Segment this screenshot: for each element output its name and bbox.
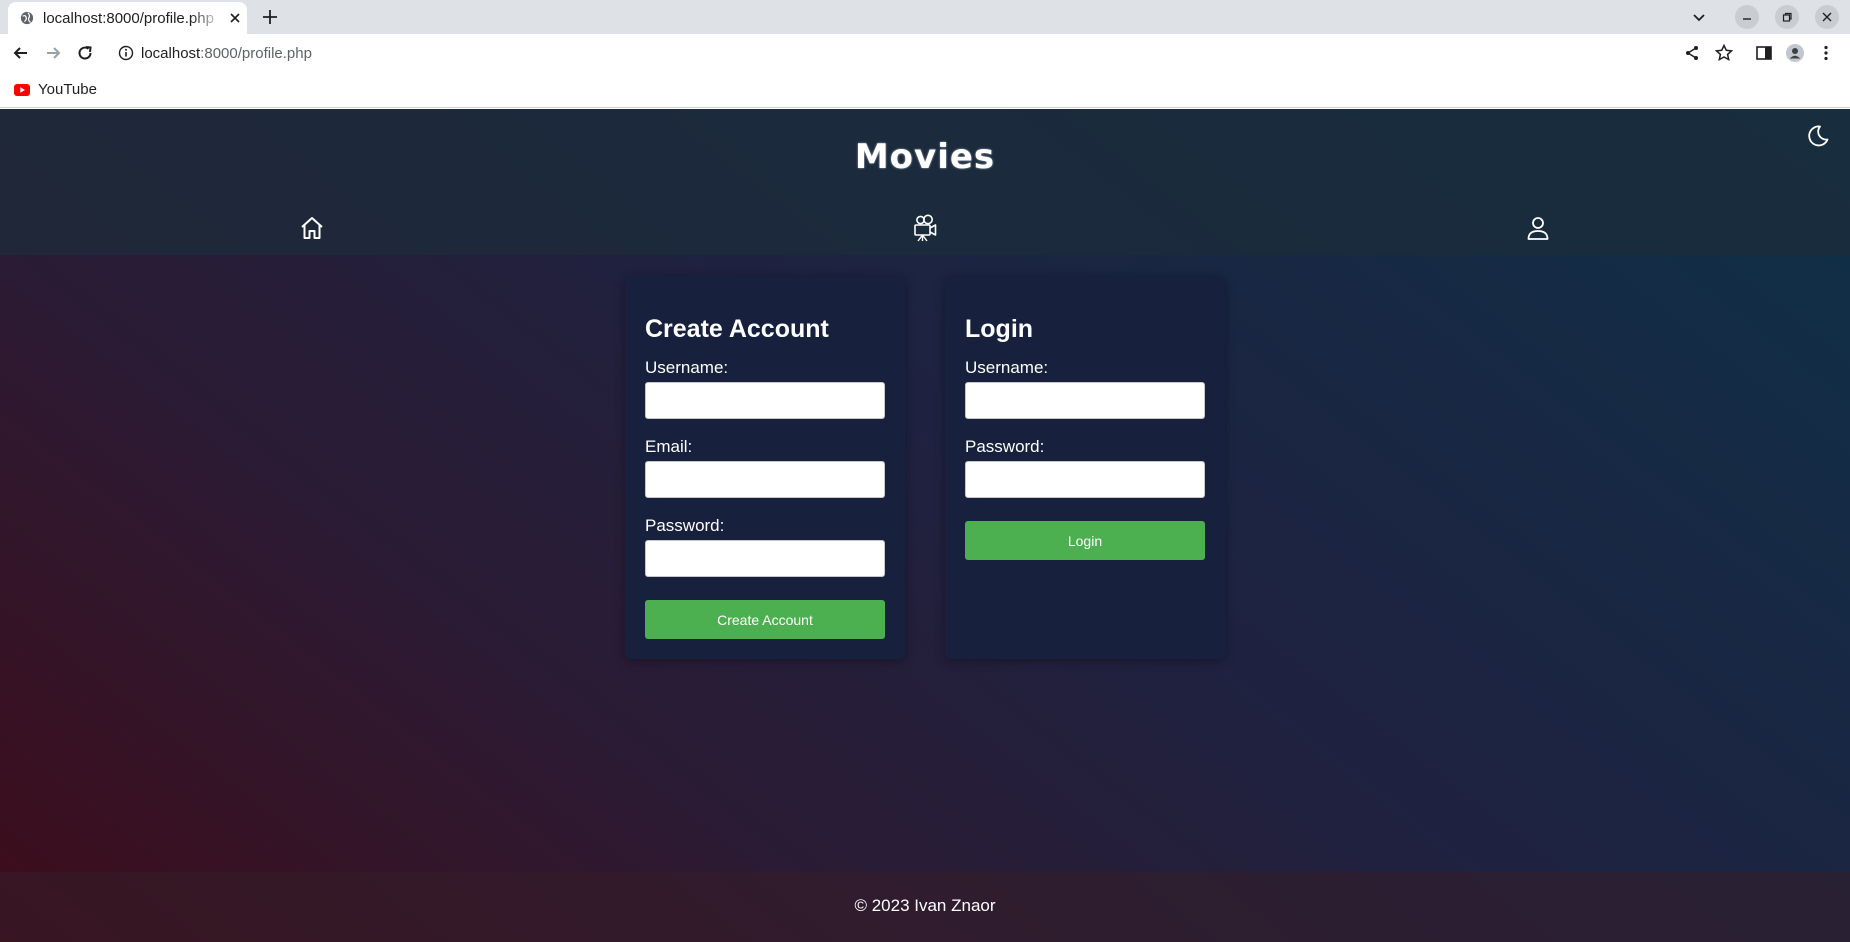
- reload-icon[interactable]: [75, 43, 95, 63]
- new-tab-icon[interactable]: [260, 7, 280, 27]
- footer-copyright: © 2023 Ivan Znaor: [854, 896, 996, 915]
- create-email-label: Email:: [645, 437, 693, 456]
- browser-menu-icon[interactable]: [1816, 43, 1836, 63]
- close-icon: [1822, 12, 1832, 22]
- create-email-input[interactable]: [645, 461, 885, 498]
- site-title: Movies: [854, 137, 996, 177]
- bookmark-label: YouTube: [38, 81, 97, 98]
- login-username-input[interactable]: [965, 382, 1205, 419]
- movie-camera-icon[interactable]: [911, 214, 939, 242]
- site-header: Movies: [0, 109, 1850, 255]
- minimize-window-button[interactable]: [1735, 5, 1759, 29]
- create-username-label: Username:: [645, 358, 729, 377]
- site-footer: © 2023 Ivan Znaor: [0, 872, 1850, 942]
- address-url: localhost:8000/profile.php: [141, 45, 312, 62]
- site-info-icon[interactable]: [118, 45, 134, 61]
- minimize-icon: [1743, 18, 1751, 20]
- browser-tab[interactable]: localhost:8000/profile.php: [8, 2, 247, 34]
- create-username-input[interactable]: [645, 382, 885, 419]
- close-window-button[interactable]: [1815, 5, 1839, 29]
- moon-icon[interactable]: [1805, 123, 1831, 149]
- login-password-label: Password:: [965, 437, 1045, 456]
- address-host: localhost: [141, 45, 201, 62]
- youtube-icon: [14, 84, 30, 96]
- user-icon[interactable]: [1524, 214, 1552, 242]
- share-icon[interactable]: [1682, 43, 1702, 63]
- address-path: :8000/profile.php: [200, 45, 312, 62]
- side-panel-icon[interactable]: [1754, 43, 1774, 63]
- restore-window-button[interactable]: [1775, 5, 1799, 29]
- browser-tab-strip: localhost:8000/profile.php: [0, 0, 1850, 34]
- login-button[interactable]: Login: [965, 521, 1205, 560]
- create-password-input[interactable]: [645, 540, 885, 577]
- login-title: Login: [965, 315, 1034, 343]
- tab-title: localhost:8000/profile.php: [43, 10, 214, 27]
- login-password-input[interactable]: [965, 461, 1205, 498]
- bookmarks-bar: YouTube: [0, 72, 1850, 108]
- login-card: Login Username: Password: Login: [945, 276, 1225, 659]
- bookmark-star-icon[interactable]: [1714, 43, 1734, 63]
- tab-search-icon[interactable]: [1690, 8, 1708, 26]
- address-bar[interactable]: localhost:8000/profile.php: [110, 37, 1710, 69]
- create-password-label: Password:: [645, 516, 725, 535]
- browser-toolbar: localhost:8000/profile.php: [0, 34, 1850, 72]
- forward-icon[interactable]: [43, 43, 63, 63]
- login-username-label: Username:: [965, 358, 1049, 377]
- create-account-title: Create Account: [645, 315, 829, 343]
- close-tab-icon[interactable]: [227, 10, 243, 26]
- create-account-button[interactable]: Create Account: [645, 600, 885, 639]
- page-viewport: Movies Create Account Username: Email: P…: [0, 109, 1850, 942]
- restore-icon: [1782, 12, 1792, 22]
- globe-icon: [20, 11, 34, 25]
- profile-avatar-icon[interactable]: [1785, 43, 1805, 63]
- back-icon[interactable]: [11, 43, 31, 63]
- create-account-card: Create Account Username: Email: Password…: [625, 276, 905, 659]
- home-icon[interactable]: [298, 214, 326, 242]
